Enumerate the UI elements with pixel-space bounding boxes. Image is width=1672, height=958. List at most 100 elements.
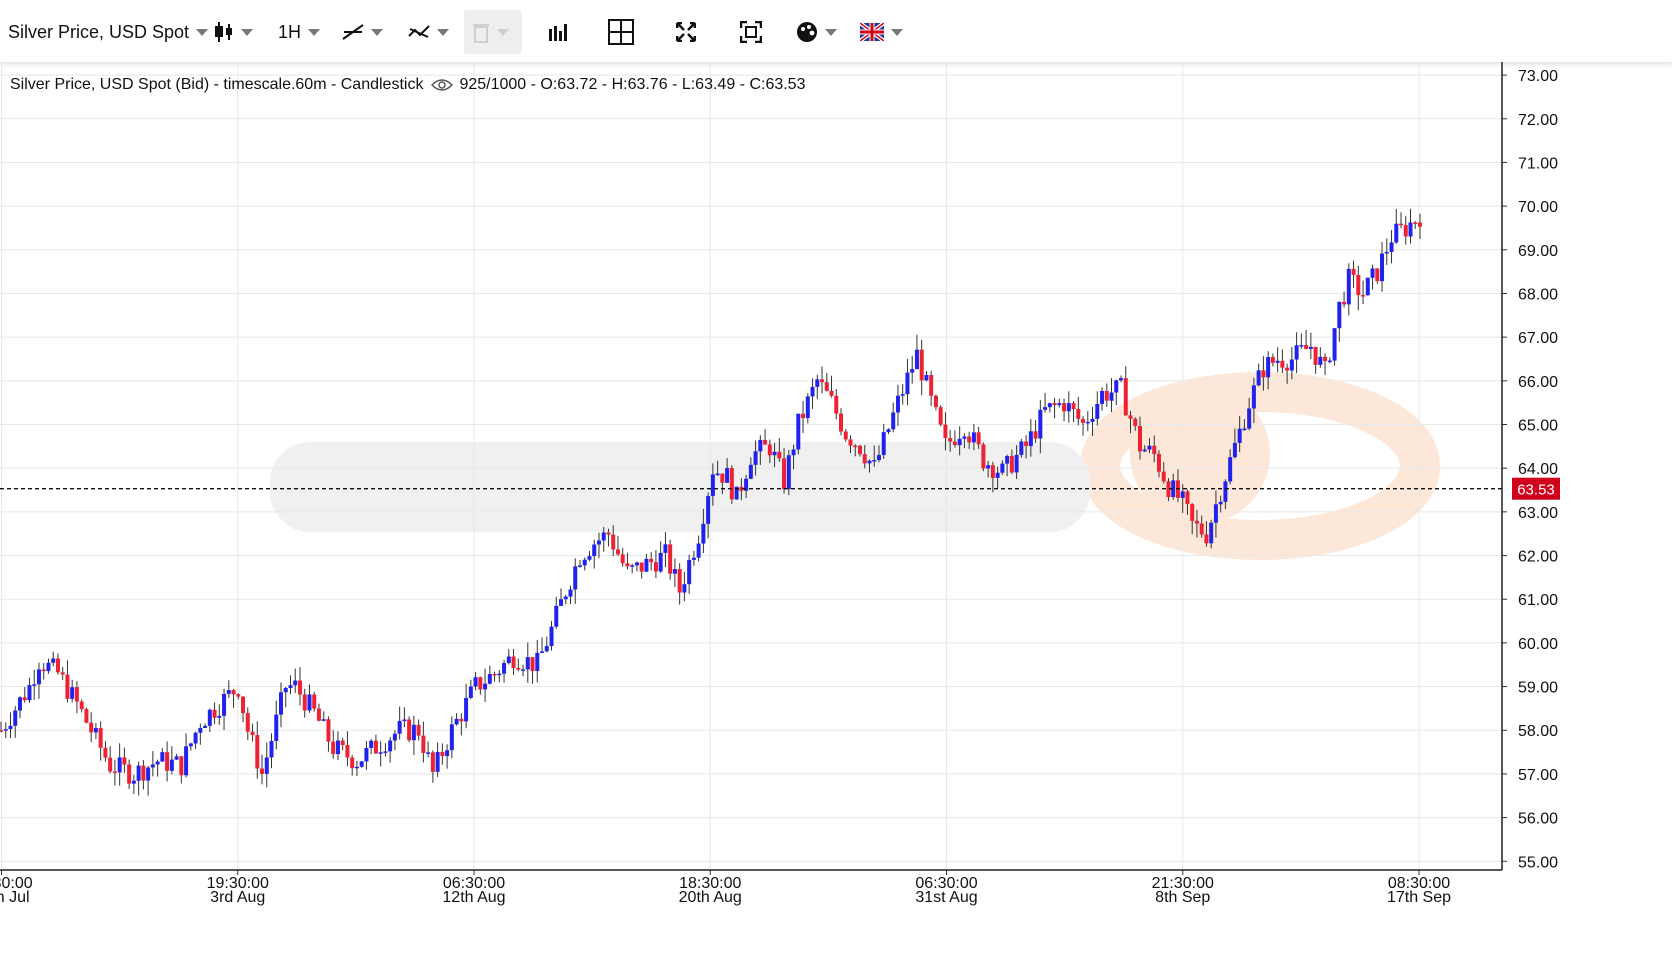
candle-down	[967, 436, 972, 443]
candle-down	[1062, 403, 1067, 412]
candle-down	[98, 728, 103, 748]
candle-up	[93, 728, 98, 733]
chart-type-button[interactable]	[214, 10, 253, 54]
instrument-select[interactable]: Silver Price, USD Spot	[8, 10, 209, 54]
candle-down	[611, 534, 616, 550]
candle-up	[914, 349, 919, 370]
candle-up	[924, 375, 929, 381]
crosshair-button[interactable]	[608, 10, 634, 54]
indicator-button[interactable]	[408, 10, 449, 54]
candle-down	[1185, 491, 1190, 505]
candle-down	[245, 713, 250, 732]
y-tick-label: 72.00	[1518, 112, 1558, 129]
candle-up	[1332, 328, 1337, 361]
candle-up	[288, 685, 293, 688]
candle-down	[1081, 418, 1086, 423]
candle-up	[796, 413, 801, 450]
candle-down	[943, 424, 948, 439]
candle-up	[335, 740, 340, 755]
chevron-down-icon	[497, 28, 509, 36]
fullscreen-button[interactable]	[676, 10, 696, 54]
candle-count: 925/1000	[459, 76, 527, 93]
candle-up	[592, 544, 597, 557]
candle-up	[411, 724, 416, 741]
candle-up	[1266, 357, 1271, 378]
candle-up	[51, 658, 56, 663]
y-tick-label: 68.00	[1518, 286, 1558, 303]
candle-up	[1318, 356, 1323, 365]
timeframe-select[interactable]: 1H	[278, 10, 321, 54]
candle-down	[653, 562, 658, 572]
language-select[interactable]	[860, 10, 903, 54]
candle-up	[402, 719, 407, 722]
candle-up	[715, 473, 720, 476]
chevron-down-icon	[308, 28, 321, 36]
candle-up	[388, 740, 393, 752]
candle-down	[1033, 431, 1038, 439]
line-tool-icon	[342, 24, 364, 40]
eye-icon[interactable]	[431, 78, 454, 92]
candle-down	[1356, 274, 1361, 296]
candle-up	[283, 687, 288, 693]
candle-down	[108, 757, 113, 772]
candle-down	[127, 764, 132, 784]
candle-up	[1394, 223, 1399, 243]
candle-down	[0, 730, 3, 732]
candle-up	[672, 569, 677, 574]
candle-up	[174, 756, 179, 760]
candle-up	[70, 687, 75, 699]
y-tick-label: 66.00	[1518, 374, 1558, 391]
candle-down	[763, 439, 768, 445]
candle-down	[1342, 301, 1347, 305]
uk-flag-icon	[860, 23, 884, 41]
candle-down	[981, 444, 986, 469]
candle-up	[905, 372, 910, 395]
chart-area[interactable]: 55.00 56.00 57.00 58.00 59.00 60.00 61.00 62.00…	[0, 62, 1672, 958]
candle-up	[891, 412, 896, 430]
x-tick-date: 17th Sep	[1387, 889, 1451, 906]
y-tick-label: 60.00	[1518, 636, 1558, 653]
candle-up	[644, 558, 649, 572]
candle-up	[568, 589, 573, 597]
candle-down	[848, 439, 853, 446]
candle-up	[203, 725, 208, 728]
trash-icon	[473, 24, 489, 43]
drawing-tool-button[interactable]	[342, 10, 383, 54]
candle-up	[1247, 408, 1252, 429]
candle-up	[222, 693, 227, 716]
screenshot-button[interactable]	[740, 10, 762, 54]
candle-up	[435, 751, 440, 772]
candle-up	[307, 694, 312, 711]
candle-up	[867, 460, 872, 464]
candle-down	[231, 690, 236, 695]
candle-down	[948, 438, 953, 442]
candle-up	[1218, 501, 1223, 505]
theme-button[interactable]	[796, 10, 837, 54]
y-tick-label: 67.00	[1518, 330, 1558, 347]
candle-up	[1242, 428, 1247, 431]
candle-up	[1043, 407, 1048, 410]
chevron-down-icon	[371, 28, 383, 36]
candle-up	[805, 396, 810, 419]
y-tick-label: 56.00	[1518, 811, 1558, 828]
candle-up	[995, 472, 1000, 478]
candle-up	[1308, 346, 1313, 349]
candle-up	[540, 651, 545, 653]
candle-down	[933, 395, 938, 408]
price-chart[interactable]: 55.00 56.00 57.00 58.00 59.00 60.00 61.00 62.00…	[0, 62, 1672, 958]
candle-down	[22, 697, 27, 701]
candle-up	[506, 656, 511, 664]
candle-down	[767, 444, 772, 456]
candle-down	[1199, 523, 1204, 535]
bar-volume-icon	[549, 24, 567, 41]
candle-down	[331, 741, 336, 755]
candle-up	[1142, 449, 1147, 452]
candle-down	[255, 735, 260, 769]
ohlc-low: L:63.49	[681, 76, 736, 93]
candle-down	[492, 673, 497, 676]
delete-drawings-button[interactable]	[464, 10, 522, 54]
candle-down	[1156, 454, 1161, 472]
x-tick-date: 8th Sep	[1155, 889, 1210, 906]
volume-button[interactable]	[548, 10, 568, 54]
candle-down	[516, 667, 521, 670]
